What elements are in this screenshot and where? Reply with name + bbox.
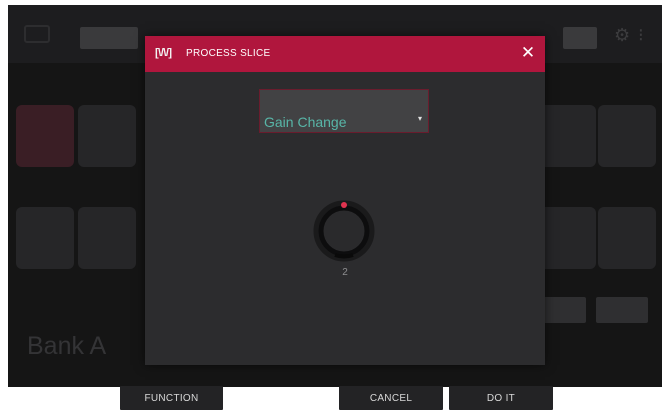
function-button[interactable]: FUNCTION: [120, 386, 223, 410]
close-icon[interactable]: ✕: [518, 43, 538, 63]
gain-knob[interactable]: [313, 200, 375, 262]
knob-value: 2: [342, 267, 348, 278]
background-top-button: [563, 27, 597, 49]
background-button: [596, 297, 648, 323]
background-pad: [538, 207, 596, 269]
background-menu-icon: ⁝: [638, 25, 644, 45]
background-logo-icon: [24, 25, 50, 43]
cancel-button[interactable]: CANCEL: [339, 386, 443, 410]
dialog-header: [\/\/] PROCESS SLICE ✕: [145, 36, 545, 72]
bank-label: Bank A: [27, 332, 107, 360]
background-pad: [16, 207, 74, 269]
process-slice-dialog: [\/\/] PROCESS SLICE ✕ Gain Change ▾ 2: [145, 36, 545, 365]
background-pad: [598, 207, 656, 269]
do-it-button[interactable]: DO IT: [449, 386, 553, 410]
process-type-value: Gain Change: [264, 114, 347, 130]
knob-indicator: [341, 202, 347, 208]
chevron-down-icon: ▾: [417, 114, 422, 123]
background-pad: [538, 105, 596, 167]
background-pad: [598, 105, 656, 167]
screen: ⚙ ⁝ Bank A [\/\/] PROCESS SLICE ✕ Gain C…: [8, 5, 662, 387]
background-top-button: [80, 27, 138, 49]
knob-icon: [313, 200, 375, 262]
background-gear-icon: ⚙: [614, 25, 631, 45]
background-pad: [16, 105, 74, 167]
process-type-dropdown[interactable]: Gain Change ▾: [259, 89, 429, 133]
dialog-title: PROCESS SLICE: [186, 48, 271, 59]
background-pad: [78, 207, 136, 269]
akai-logo-icon: [\/\/]: [155, 47, 172, 59]
background-pad: [78, 105, 136, 167]
